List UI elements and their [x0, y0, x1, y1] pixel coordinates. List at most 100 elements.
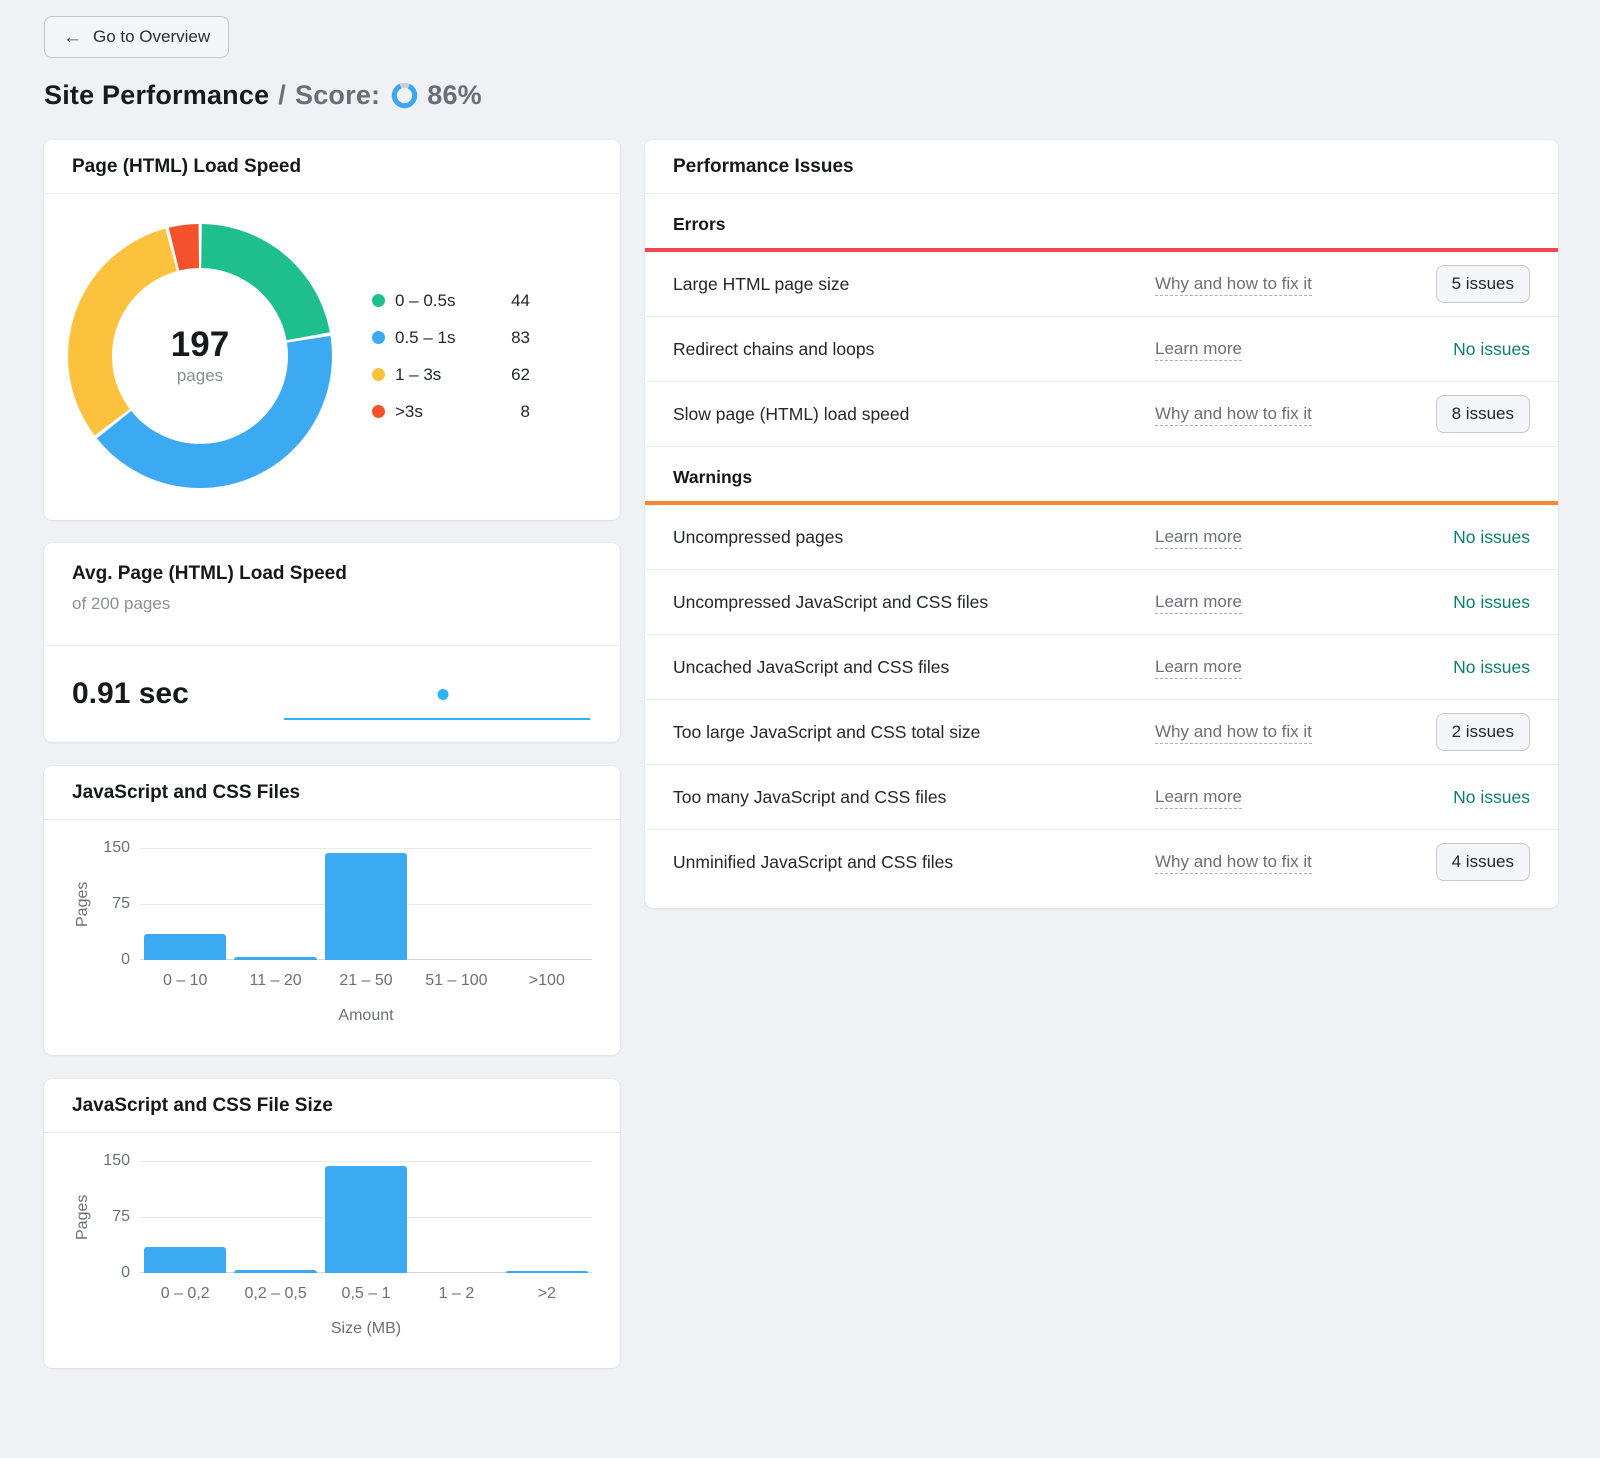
- x-axis-label: Size (MB): [140, 1320, 592, 1338]
- issue-status-column: No issues: [1405, 657, 1530, 678]
- avg-card-body: 0.91 sec: [44, 646, 620, 742]
- bar[interactable]: [506, 1271, 588, 1273]
- gridline: [140, 1161, 592, 1162]
- bar[interactable]: [144, 934, 226, 960]
- issue-label: Redirect chains and loops: [673, 339, 1155, 360]
- issue-link-column: Why and how to fix it: [1155, 404, 1405, 424]
- bar[interactable]: [234, 1270, 316, 1273]
- y-axis-ticks: 150 75 0: [94, 848, 140, 960]
- issues-count-button[interactable]: 4 issues: [1436, 843, 1530, 881]
- right-column: Performance Issues ErrorsLarge HTML page…: [645, 140, 1558, 908]
- legend-label: >3s: [395, 402, 423, 422]
- x-tick-label: 1 – 2: [411, 1285, 501, 1303]
- bar[interactable]: [144, 1247, 226, 1273]
- issue-label: Uncached JavaScript and CSS files: [673, 657, 1155, 678]
- js-css-files-card: JavaScript and CSS Files Pages 150 75 0: [44, 766, 620, 1055]
- back-button-label: Go to Overview: [93, 27, 210, 47]
- x-tick-label: 0,5 – 1: [321, 1285, 411, 1303]
- donut-svg: [68, 224, 332, 488]
- issue-label: Large HTML page size: [673, 274, 1155, 295]
- issues-count-button[interactable]: 2 issues: [1436, 713, 1530, 751]
- legend-item: 0.5 – 1s 83: [372, 328, 530, 348]
- js-css-files-bar-chart[interactable]: [140, 848, 592, 960]
- score-value: 86%: [427, 80, 482, 111]
- legend-dot-icon: [372, 331, 385, 344]
- y-axis-ticks: 150 75 0: [94, 1161, 140, 1273]
- legend-item: 0 – 0.5s44: [372, 291, 530, 311]
- x-tick-label: 51 – 100: [411, 972, 501, 990]
- legend-label: 0.5 – 1s: [395, 328, 456, 348]
- issue-link-column: Why and how to fix it: [1155, 722, 1405, 742]
- legend-dot-icon: [372, 405, 385, 418]
- issue-link-column: Learn more: [1155, 657, 1405, 677]
- y-tick: 0: [121, 951, 130, 969]
- no-issues-status: No issues: [1453, 339, 1530, 360]
- donut-legend: 0 – 0.5s44 0.5 – 1s 83 1 – 3s62 >3s 8: [372, 291, 530, 422]
- issue-status-column: No issues: [1405, 339, 1530, 360]
- performance-issues-card: Performance Issues ErrorsLarge HTML page…: [645, 140, 1558, 908]
- issue-status-column: No issues: [1405, 592, 1530, 613]
- avg-load-speed-value: 0.91 sec: [72, 677, 189, 711]
- issue-row: Too large JavaScript and CSS total sizeW…: [645, 700, 1558, 765]
- issue-status-column: 2 issues: [1405, 713, 1530, 751]
- arrow-left-icon: ←: [63, 28, 82, 47]
- section-label: Warnings: [645, 447, 1558, 501]
- issue-link-column: Learn more: [1155, 592, 1405, 612]
- issue-row: Too many JavaScript and CSS filesLearn m…: [645, 765, 1558, 830]
- why-and-how-to-fix-link[interactable]: Why and how to fix it: [1155, 852, 1312, 874]
- issue-row: Large HTML page sizeWhy and how to fix i…: [645, 252, 1558, 317]
- x-tick-label: 0 – 0,2: [140, 1285, 230, 1303]
- go-to-overview-button[interactable]: ← Go to Overview: [44, 16, 229, 58]
- why-and-how-to-fix-link[interactable]: Why and how to fix it: [1155, 274, 1312, 296]
- learn-more-link[interactable]: Learn more: [1155, 657, 1242, 679]
- legend-value: 44: [511, 291, 530, 311]
- learn-more-link[interactable]: Learn more: [1155, 339, 1242, 361]
- donut-body: 197 pages 0 – 0.5s44 0.5 – 1s 83 1 – 3s62 >3…: [44, 194, 620, 512]
- issue-row: Redirect chains and loopsLearn more No is…: [645, 317, 1558, 382]
- learn-more-link[interactable]: Learn more: [1155, 527, 1242, 549]
- y-tick: 0: [121, 1264, 130, 1282]
- bar[interactable]: [234, 957, 316, 960]
- js-css-file-size-bar-chart[interactable]: [140, 1161, 592, 1273]
- issues-count-button[interactable]: 8 issues: [1436, 395, 1530, 433]
- card-title-load-speed: Page (HTML) Load Speed: [44, 140, 620, 194]
- issue-label: Too many JavaScript and CSS files: [673, 787, 1155, 808]
- issue-row: Unminified JavaScript and CSS filesWhy a…: [645, 830, 1558, 894]
- page-title-text: Site Performance: [44, 80, 269, 111]
- issue-link-column: Learn more: [1155, 339, 1405, 359]
- x-tick-label: 0 – 10: [140, 972, 230, 990]
- left-column: Page (HTML) Load Speed 197 pages 0 – 0.5…: [44, 140, 620, 1392]
- y-axis-label: Pages: [72, 848, 94, 960]
- y-tick: 150: [103, 839, 130, 857]
- why-and-how-to-fix-link[interactable]: Why and how to fix it: [1155, 404, 1312, 426]
- issue-link-column: Learn more: [1155, 787, 1405, 807]
- legend-label: 1 – 3s: [395, 365, 441, 385]
- issue-row: Uncompressed pagesLearn more No issues: [645, 505, 1558, 570]
- issue-status-column: 4 issues: [1405, 843, 1530, 881]
- card-title-js-css-file-size: JavaScript and CSS File Size: [44, 1079, 620, 1133]
- legend-value: 8: [521, 402, 530, 422]
- issue-row: Uncached JavaScript and CSS filesLearn m…: [645, 635, 1558, 700]
- legend-item: 1 – 3s62: [372, 365, 530, 385]
- why-and-how-to-fix-link[interactable]: Why and how to fix it: [1155, 722, 1312, 744]
- legend-value: 83: [511, 328, 530, 348]
- load-speed-donut-chart[interactable]: 197 pages: [68, 224, 332, 488]
- avg-speed-trend-chart[interactable]: [284, 646, 590, 742]
- avg-card-subtitle: of 200 pages: [72, 594, 592, 614]
- issues-count-button[interactable]: 5 issues: [1436, 265, 1530, 303]
- issue-label: Uncompressed pages: [673, 527, 1155, 548]
- no-issues-status: No issues: [1453, 592, 1530, 613]
- x-axis-categories: 0 – 0,20,2 – 0,50,5 – 11 – 2>2: [140, 1285, 592, 1303]
- no-issues-status: No issues: [1453, 527, 1530, 548]
- bar[interactable]: [325, 1166, 407, 1273]
- bar[interactable]: [325, 853, 407, 960]
- learn-more-link[interactable]: Learn more: [1155, 592, 1242, 614]
- trend-line: [284, 718, 590, 720]
- card-title-performance-issues: Performance Issues: [645, 140, 1558, 194]
- section-label: Errors: [645, 194, 1558, 248]
- learn-more-link[interactable]: Learn more: [1155, 787, 1242, 809]
- score-ring-icon: [391, 82, 418, 109]
- issue-label: Uncompressed JavaScript and CSS files: [673, 592, 1155, 613]
- y-tick: 150: [103, 1152, 130, 1170]
- gridline: [140, 848, 592, 849]
